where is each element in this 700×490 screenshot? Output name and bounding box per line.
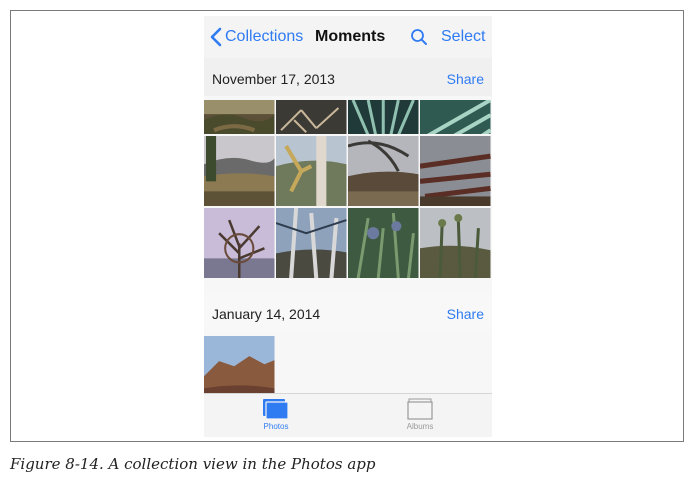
share-button[interactable]: Share (447, 306, 484, 322)
photo-thumbnail[interactable] (420, 100, 491, 134)
photo-thumbnail[interactable] (348, 135, 419, 207)
photo-thumbnail[interactable] (276, 100, 347, 134)
photo-thumbnail[interactable] (204, 100, 275, 134)
page-title: Moments (315, 28, 386, 45)
albums-stack-icon (407, 398, 433, 420)
photo-thumbnail[interactable] (276, 135, 347, 207)
photo-thumbnail[interactable] (204, 207, 275, 279)
photo-thumbnail[interactable] (420, 135, 491, 207)
photos-stack-icon (263, 399, 289, 420)
tab-photos-label: Photos (263, 422, 289, 431)
select-button[interactable]: Select (441, 28, 485, 46)
photo-grid (204, 135, 492, 279)
photo-thumbnail[interactable] (204, 336, 275, 393)
collections-back-button[interactable]: Collections (210, 26, 303, 48)
photo-grid-row-partial (204, 100, 492, 134)
photo-grid (204, 336, 492, 393)
search-button[interactable] (410, 28, 428, 51)
photo-thumbnail[interactable] (348, 207, 419, 279)
chevron-left-icon (210, 27, 222, 47)
phone-screen: Collections Moments Select November 17, … (204, 16, 492, 437)
tab-photos[interactable]: Photos (241, 396, 311, 436)
section-header: January 14, 2014 Share (204, 293, 492, 331)
back-button-label: Collections (225, 28, 304, 45)
photo-thumbnail[interactable] (204, 135, 275, 207)
section-header: November 17, 2013 Share (204, 58, 492, 96)
figure-caption: Figure 8-14. A collection view in the Ph… (10, 455, 376, 473)
share-button[interactable]: Share (447, 71, 484, 87)
photo-thumbnail[interactable] (276, 207, 347, 279)
section-date: November 17, 2013 (212, 71, 335, 87)
tab-albums-label: Albums (406, 422, 434, 431)
photo-thumbnail[interactable] (348, 100, 419, 134)
tab-albums[interactable]: Albums (385, 396, 455, 436)
search-icon (411, 29, 427, 45)
tab-bar: Photos Albums (204, 393, 492, 437)
navigation-bar: Collections Moments Select (204, 16, 492, 58)
figure-frame: Collections Moments Select November 17, … (10, 10, 684, 442)
section-date: January 14, 2014 (212, 306, 321, 322)
photo-thumbnail[interactable] (420, 207, 491, 279)
